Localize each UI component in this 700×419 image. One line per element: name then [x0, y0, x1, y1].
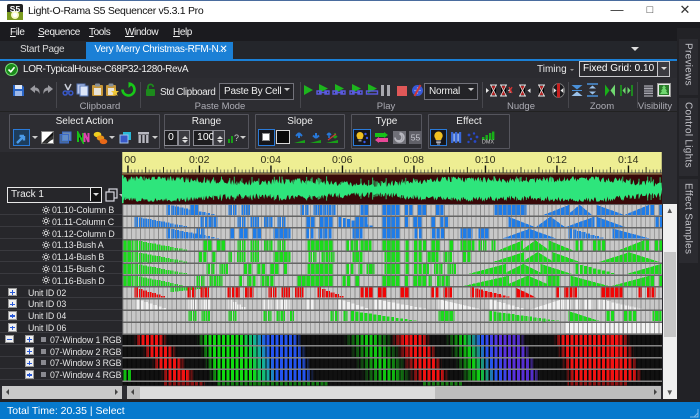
svg-text:?: ?	[234, 133, 239, 143]
svg-text:0:04: 0:04	[261, 154, 282, 166]
svg-text:0:10: 0:10	[475, 154, 496, 166]
svg-text:0:12: 0:12	[547, 154, 568, 166]
svg-text:0:08: 0:08	[404, 154, 425, 166]
svg-text:00: 00	[124, 154, 136, 166]
svg-text:DMX: DMX	[482, 140, 495, 145]
svg-text:S5: S5	[10, 4, 21, 14]
svg-text:0:02: 0:02	[189, 154, 210, 166]
svg-text:55: 55	[411, 133, 421, 143]
svg-text:0:14: 0:14	[618, 154, 639, 166]
svg-text:0:06: 0:06	[332, 154, 353, 166]
